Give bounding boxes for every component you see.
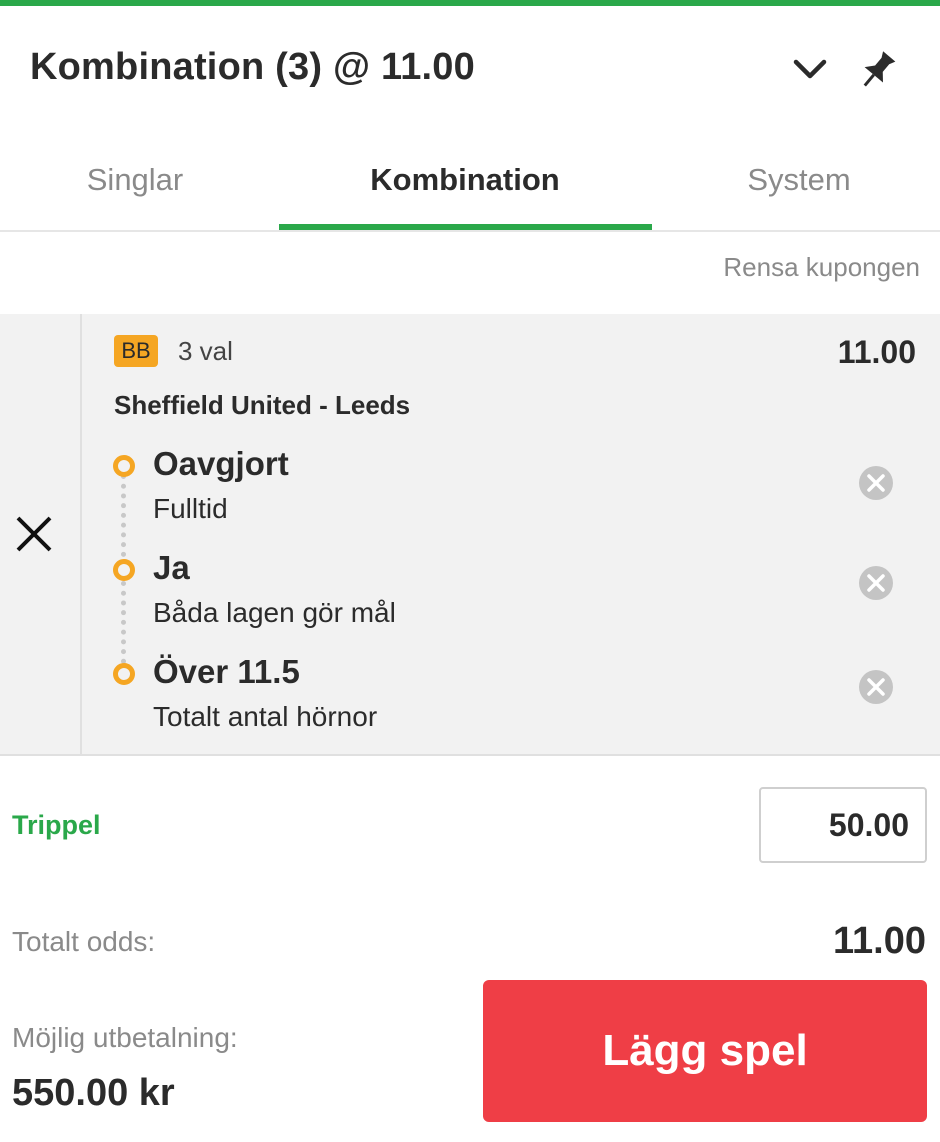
total-odds-value: 11.00 [833,920,926,962]
remove-bet-button[interactable] [0,314,82,754]
remove-selection-icon[interactable] [858,465,894,501]
tab-kombination[interactable]: Kombination [315,162,615,198]
stake-input[interactable] [759,787,927,863]
pin-icon[interactable] [852,46,902,96]
bet-card: BB 3 val 11.00 Sheffield United - Leeds … [0,314,940,756]
bet-type-tabs: Singlar Kombination System [0,122,940,232]
chevron-down-icon[interactable] [788,48,832,92]
close-icon[interactable] [14,514,54,554]
betslip-header[interactable]: Kombination (3) @ 11.00 [0,6,940,122]
remove-selection-icon[interactable] [858,565,894,601]
remove-selection-icon[interactable] [858,669,894,705]
betslip-title: Kombination (3) @ 11.00 [30,46,475,88]
potential-payout-value: 550.00 kr [12,1072,175,1114]
selection-market: Fulltid [153,493,228,524]
total-odds-label: Totalt odds: [12,926,156,957]
clear-coupon-link[interactable]: Rensa kupongen [723,252,920,283]
tab-system[interactable]: System [649,162,940,198]
selection-dot [113,663,135,685]
selection-name: Över 11.5 [153,653,300,690]
bet-builder-badge: BB [114,335,158,367]
potential-payout-label: Möjlig utbetalning: [12,1022,238,1053]
selection-dot [113,559,135,581]
selection-name: Oavgjort [153,445,289,482]
selection-name: Ja [153,549,190,586]
tab-singlar[interactable]: Singlar [0,162,285,198]
selection-count: 3 val [178,336,233,366]
selection-market: Båda lagen gör mål [153,597,396,628]
active-tab-indicator [279,224,652,230]
match-name: Sheffield United - Leeds [114,390,411,420]
selection-dot [113,455,135,477]
bet-odds: 11.00 [837,334,916,370]
selection-market: Totalt antal hörnor [153,701,378,732]
place-bet-button[interactable]: Lägg spel [483,980,927,1122]
stake-type-label: Trippel [12,810,101,840]
